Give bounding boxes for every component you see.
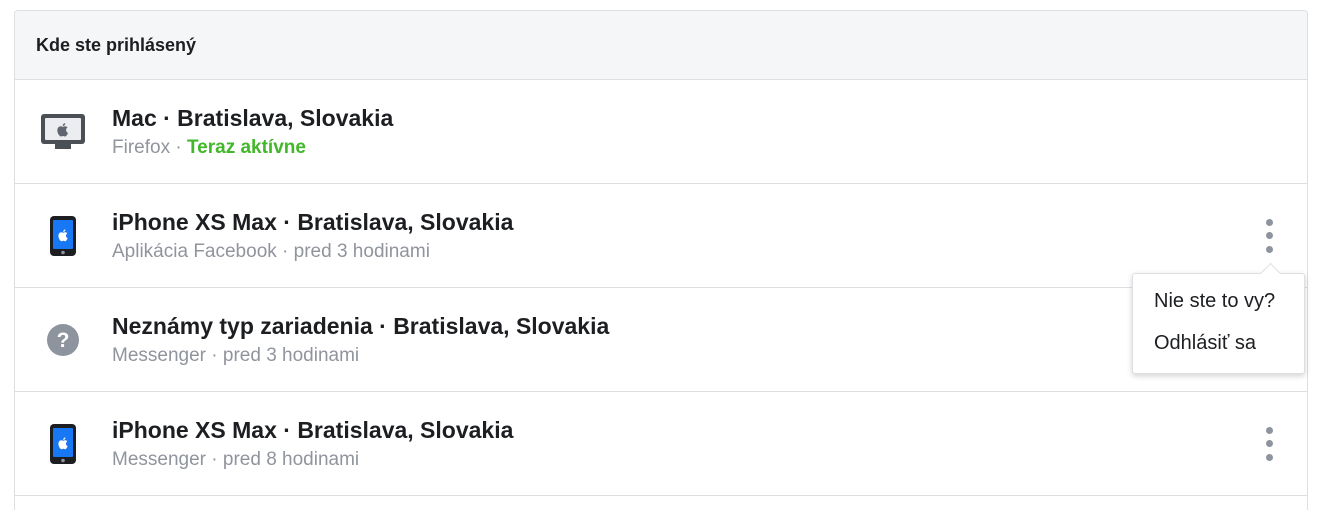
more-options-icon[interactable]: [1259, 426, 1279, 461]
session-info: Mac · Bratislava, Slovakia Firefox · Ter…: [112, 104, 393, 160]
session-subtitle: Messenger · pred 3 hodinami: [112, 343, 609, 368]
panel-title: Kde ste prihlásený: [36, 34, 197, 55]
desktop-mac-icon: [39, 108, 87, 156]
session-context-menu: Nie ste to vy? Odhlásiť sa: [1132, 262, 1305, 374]
session-subtitle: Aplikácia Facebook · pred 3 hodinami: [112, 239, 513, 264]
svg-text:?: ?: [57, 329, 70, 352]
more-options-icon[interactable]: [1259, 218, 1279, 253]
iphone-icon: [39, 212, 87, 260]
separator: ·: [206, 345, 223, 366]
where-logged-in-panel: Kde ste prihlásený Mac · Bratislava, Slo…: [14, 10, 1308, 510]
menu-item-not-you[interactable]: Nie ste to vy?: [1133, 280, 1304, 322]
session-client: Messenger: [112, 449, 206, 470]
separator: ·: [170, 137, 187, 158]
session-title: Neznámy typ zariadenia · Bratislava, Slo…: [112, 313, 610, 339]
session-row: iPhone XS Max · Bratislava, Slovakia Mes…: [15, 392, 1307, 496]
session-client: Firefox: [112, 137, 171, 158]
session-subtitle: Firefox · Teraz aktívne: [112, 135, 393, 160]
session-info: Neznámy typ zariadenia · Bratislava, Slo…: [112, 312, 609, 368]
active-status: Teraz aktívne: [186, 137, 306, 158]
session-row: ? Neznámy typ zariadenia · Bratislava, S…: [15, 288, 1307, 392]
session-client: Messenger: [112, 345, 206, 366]
panel-header: Kde ste prihlásený: [15, 11, 1307, 80]
session-client: Aplikácia Facebook: [112, 241, 277, 262]
session-subtitle: Messenger · pred 8 hodinami: [112, 447, 513, 472]
session-title: iPhone XS Max · Bratislava, Slovakia: [112, 417, 514, 443]
session-time: pred 8 hodinami: [222, 449, 360, 470]
iphone-icon: [39, 420, 87, 468]
session-time: pred 3 hodinami: [293, 241, 430, 262]
separator: ·: [206, 449, 223, 470]
session-row: iPhone XS Max · Bratislava, Slovakia Apl…: [15, 184, 1307, 288]
session-row: Mac · Bratislava, Slovakia Firefox · Ter…: [15, 80, 1307, 184]
session-time: pred 3 hodinami: [222, 345, 360, 366]
unknown-device-icon: ?: [39, 316, 87, 364]
menu-item-log-out[interactable]: Odhlásiť sa: [1133, 322, 1304, 364]
session-title: Mac · Bratislava, Slovakia: [112, 105, 394, 131]
session-info: iPhone XS Max · Bratislava, Slovakia Mes…: [112, 416, 513, 472]
session-title: iPhone XS Max · Bratislava, Slovakia: [112, 209, 514, 235]
session-info: iPhone XS Max · Bratislava, Slovakia Apl…: [112, 208, 513, 264]
separator: ·: [276, 241, 294, 262]
